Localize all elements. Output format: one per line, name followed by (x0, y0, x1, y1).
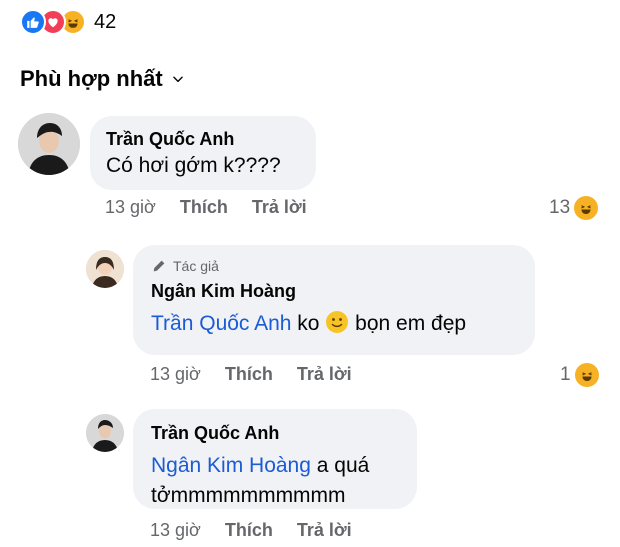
pencil-icon (153, 260, 165, 272)
comment-author[interactable]: Trần Quốc Anh (151, 421, 399, 445)
comment-text: Ngân Kim Hoàng a quá tởmmmmmmmmmm (151, 451, 399, 511)
avatar[interactable] (86, 250, 124, 288)
reaction-count: 42 (94, 10, 117, 33)
comment-reactions[interactable]: 1 (560, 363, 599, 387)
comment-author[interactable]: Trần Quốc Anh (106, 127, 300, 151)
like-button[interactable]: Thích (180, 197, 228, 218)
avatar[interactable] (18, 113, 80, 175)
sort-dropdown[interactable]: Phù hợp nhất (20, 66, 185, 92)
haha-icon (574, 196, 599, 220)
comments-panel: 42 Phù hợp nhất Trần Quốc Anh Có hơi gớm… (0, 0, 620, 547)
author-badge-label: Tác giả (173, 258, 219, 274)
comment-time[interactable]: 13 giờ (105, 197, 156, 218)
reply-button[interactable]: Trả lời (297, 520, 352, 541)
comment-actions: 13 giờ Thích Trả lời (150, 520, 376, 541)
avatar[interactable] (86, 414, 124, 452)
author-badge: Tác giả (151, 257, 517, 275)
like-button[interactable]: Thích (225, 520, 273, 541)
sort-label: Phù hợp nhất (20, 66, 163, 91)
mention-link[interactable]: Ngân Kim Hoàng (151, 454, 311, 477)
comment-reaction-count: 1 (560, 364, 571, 385)
comment-actions: 13 giờ Thích Trả lời (150, 364, 376, 385)
comment-text: Có hơi gớm k???? (106, 154, 281, 177)
comment-text-part: bọn em đẹp (349, 312, 467, 335)
comment-time[interactable]: 13 giờ (150, 520, 201, 541)
haha-icon (574, 363, 599, 387)
comment-text-part: a quá (310, 454, 370, 477)
comment-bubble: Trần Quốc Anh Có hơi gớm k???? (90, 116, 316, 190)
comment-text-part: ko (291, 312, 326, 335)
reply-button[interactable]: Trả lời (297, 364, 352, 385)
comment-text: Trần Quốc Anh ko bọn em đẹp (151, 309, 517, 339)
comment-text-part: tởmmmmmmmmmm (151, 484, 346, 507)
comment-reactions[interactable]: 13 (549, 196, 599, 220)
mention-link[interactable]: Trần Quốc Anh (151, 312, 291, 335)
reaction-summary[interactable]: 42 (20, 9, 116, 35)
slightly-smiling-face-icon (326, 311, 349, 333)
like-icon (20, 9, 46, 35)
comment-bubble: Tác giả Ngân Kim Hoàng Trần Quốc Anh ko … (133, 245, 535, 355)
comment-author[interactable]: Ngân Kim Hoàng (151, 279, 517, 303)
like-button[interactable]: Thích (225, 364, 273, 385)
chevron-down-icon (172, 76, 183, 83)
comment-bubble: Trần Quốc Anh Ngân Kim Hoàng a quá tởmmm… (133, 409, 417, 509)
reply-button[interactable]: Trả lời (252, 197, 307, 218)
comment-reaction-count: 13 (549, 197, 571, 218)
comment-actions: 13 giờ Thích Trả lời (105, 197, 331, 218)
comment-time[interactable]: 13 giờ (150, 364, 201, 385)
